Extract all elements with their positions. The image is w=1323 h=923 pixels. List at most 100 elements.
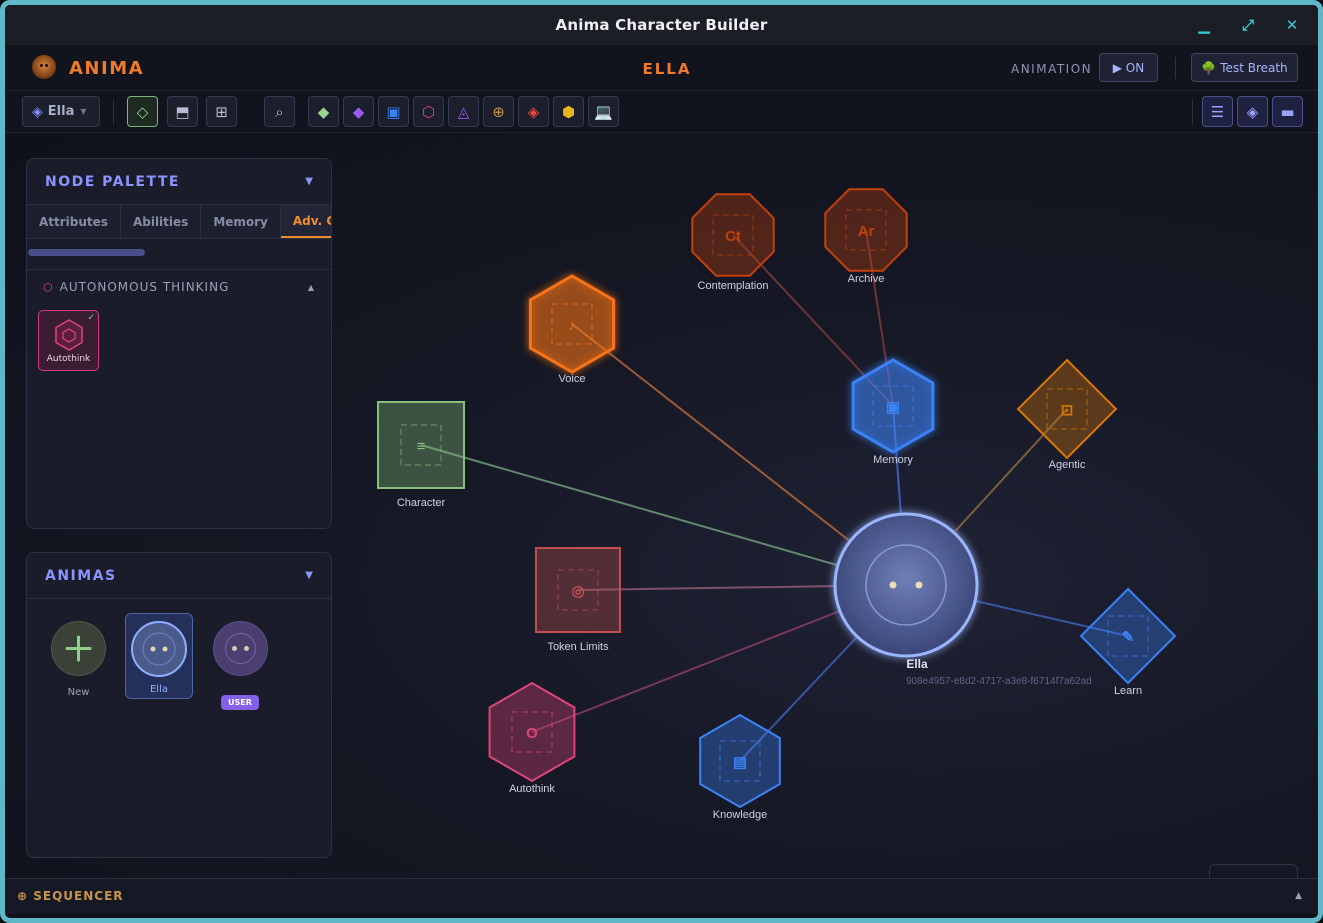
- add-node-button[interactable]: ◆: [308, 96, 339, 127]
- add-node-button[interactable]: 💻: [588, 96, 619, 127]
- tab-abilities[interactable]: Abilities: [121, 205, 202, 238]
- palette-item-autothink[interactable]: ✓ Autothink: [38, 310, 99, 371]
- panel-view-button[interactable]: ▬: [1272, 96, 1303, 127]
- check-icon: ✓: [87, 313, 95, 323]
- node-learn[interactable]: ✎ Learn: [1079, 587, 1177, 697]
- brand-name: ANIMA: [69, 58, 145, 79]
- node-icon-memory: ▣: [886, 399, 900, 416]
- add-node-button[interactable]: ◆: [343, 96, 374, 127]
- chevron-down-icon[interactable]: ▼: [305, 570, 313, 581]
- section-title: AUTONOMOUS THINKING: [59, 280, 230, 294]
- grid-tool-button[interactable]: ⊞: [206, 96, 237, 127]
- section-autonomous-thinking[interactable]: ⬡ AUTONOMOUS THINKING ▲: [27, 269, 331, 304]
- tab-attributes[interactable]: Attributes: [27, 205, 121, 238]
- palette-item-label: Autothink: [46, 354, 91, 364]
- animation-label: ANIMATION: [1011, 62, 1093, 76]
- red-diamond-node-icon: ◈: [527, 102, 540, 121]
- palette-title: NODE PALETTE: [45, 173, 180, 190]
- node-label: Autothink: [509, 783, 555, 795]
- add-node-button[interactable]: ▣: [378, 96, 409, 127]
- left-eye: [889, 581, 897, 589]
- app-window: Anima Character Builder ▁ ⤢ ✕ ANIMA ELLA…: [0, 0, 1323, 923]
- node-label: Learn: [1114, 685, 1142, 697]
- select-tool-icon: ◇: [136, 102, 149, 121]
- tab-memory[interactable]: Memory: [201, 205, 281, 238]
- laptop-node-icon: 💻: [594, 102, 613, 121]
- diamond-icon: ◈: [32, 103, 43, 120]
- node-archive[interactable]: Ar Archive: [824, 188, 908, 285]
- test-breath-label: Test Breath: [1220, 60, 1288, 75]
- node-label: Voice: [559, 373, 586, 385]
- toolbar-divider: [1192, 100, 1193, 124]
- list-view-button[interactable]: ☰: [1202, 96, 1233, 127]
- add-node-button[interactable]: ◬: [448, 96, 479, 127]
- maximize-icon[interactable]: ⤢: [1236, 13, 1260, 37]
- anima-user[interactable]: USER: [212, 620, 269, 710]
- triangle-node-icon: ◬: [457, 102, 470, 121]
- tab-adv-cog[interactable]: Adv. Cog: [280, 205, 331, 238]
- search-tool-button[interactable]: ⌕: [264, 96, 295, 127]
- node-palette-panel: NODE PALETTE ▼ Attributes Abilities Memory…: [26, 158, 332, 529]
- node-icon-agentic: ⊡: [1061, 402, 1074, 419]
- node-agentic[interactable]: ⊡ Agentic: [1016, 358, 1118, 471]
- animas-title: ANIMAS: [45, 567, 117, 584]
- target-node-icon: ⊕: [492, 102, 505, 121]
- chevron-down-icon[interactable]: ▼: [305, 176, 313, 187]
- node-label: Agentic: [1049, 459, 1086, 471]
- animas-header[interactable]: ANIMAS ▼: [27, 553, 331, 599]
- header-divider: [1175, 57, 1176, 79]
- add-node-button[interactable]: ⬡: [413, 96, 444, 127]
- anima-new[interactable]: New: [50, 620, 107, 698]
- add-node-button[interactable]: ◈: [518, 96, 549, 127]
- chevron-down-icon: ▼: [80, 107, 87, 116]
- test-breath-button[interactable]: 🌳 Test Breath: [1191, 53, 1298, 82]
- node-autothink[interactable]: O Autothink: [488, 681, 576, 795]
- user-badge: USER: [221, 695, 259, 710]
- node-token[interactable]: ◎ Token Limits: [535, 547, 621, 653]
- graph-canvas[interactable]: Ct Contemplation Ar Archive ♪ Voice ▣ Memory ⊡ Ag…: [5, 133, 1318, 878]
- chevron-up-icon[interactable]: ▲: [1295, 891, 1302, 901]
- node-memory[interactable]: ▣ Memory: [851, 358, 935, 466]
- character-name: ELLA: [642, 60, 692, 78]
- node-voice[interactable]: ♪ Voice: [528, 274, 616, 385]
- node-icon-knowledge: ▤: [733, 754, 747, 771]
- minimize-icon[interactable]: ▁: [1192, 13, 1216, 37]
- ability-node-icon: ◆: [352, 102, 365, 121]
- node-icon-learn: ✎: [1122, 629, 1135, 646]
- node-icon-character: ≡: [417, 438, 426, 455]
- chevron-up-icon[interactable]: ▲: [308, 283, 315, 292]
- search-tool-icon: ⌕: [275, 102, 284, 121]
- anima-select-value: Ella: [47, 104, 75, 119]
- toolbar-divider: [113, 100, 114, 124]
- canvas-corner-button[interactable]: [1209, 864, 1298, 878]
- tabs-scrollbar[interactable]: [27, 247, 331, 257]
- anima-avatar-icon: [131, 621, 187, 677]
- diamond-view-button[interactable]: ◈: [1237, 96, 1268, 127]
- sequencer-bar[interactable]: ⊕ SEQUENCER ▲: [5, 878, 1318, 914]
- tree-icon: 🌳: [1201, 60, 1217, 75]
- node-label: Knowledge: [713, 809, 767, 821]
- add-node-button[interactable]: ⊕: [483, 96, 514, 127]
- animation-toggle-button[interactable]: ▶ ON: [1099, 53, 1158, 82]
- anima-select[interactable]: ◈ Ella ▼: [22, 96, 100, 127]
- sequencer-title: ⊕ SEQUENCER: [17, 889, 124, 903]
- node-contemplation[interactable]: Ct Contemplation: [691, 193, 775, 292]
- node-icon-voice: ♪: [568, 317, 576, 334]
- save-tool-button[interactable]: ⬒: [167, 96, 198, 127]
- toolbar: ◈ Ella ▼ ◇ ⬒ ⊞ ⌕ ◆ ◆ ▣ ⬡ ◬ ⊕ ◈ ⬢ 💻 ☰ ◈ ▬: [5, 91, 1318, 133]
- select-tool-button[interactable]: ◇: [127, 96, 158, 127]
- add-node-button[interactable]: ⬢: [553, 96, 584, 127]
- node-icon-contemplation: Ct: [725, 228, 741, 245]
- scrollbar-thumb[interactable]: [28, 249, 145, 256]
- close-icon[interactable]: ✕: [1280, 13, 1304, 37]
- edge-ella-character: [420, 444, 907, 586]
- memory-node-icon: ▣: [386, 102, 401, 121]
- node-character[interactable]: ≡ Character: [377, 401, 465, 509]
- palette-header[interactable]: NODE PALETTE ▼: [27, 159, 331, 205]
- animas-panel: ANIMAS ▼ New Ella USER: [26, 552, 332, 858]
- node-knowledge[interactable]: ▤ Knowledge: [699, 713, 781, 821]
- node-ella-center[interactable]: Ella 908e4957-e8d2-4717-a3e8-f6714f7a62ad: [833, 512, 1092, 687]
- anima-ella[interactable]: Ella: [125, 613, 193, 699]
- plus-icon: [51, 621, 106, 676]
- anima-label: Ella: [149, 684, 168, 695]
